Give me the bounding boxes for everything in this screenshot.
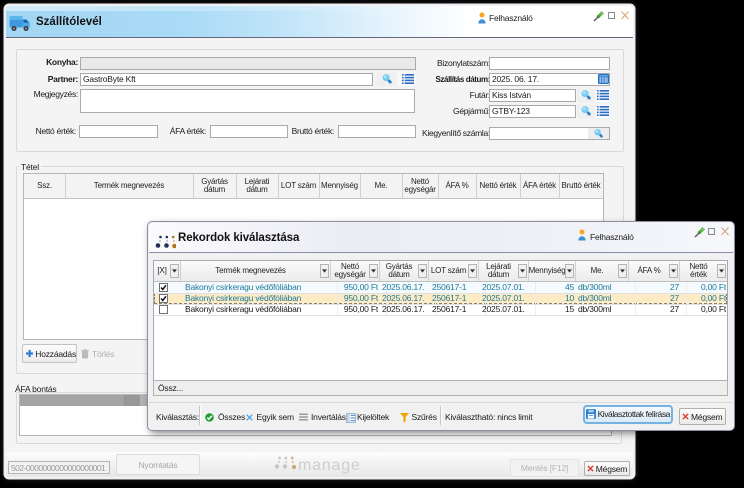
svg-text:manage: manage: [298, 457, 361, 474]
